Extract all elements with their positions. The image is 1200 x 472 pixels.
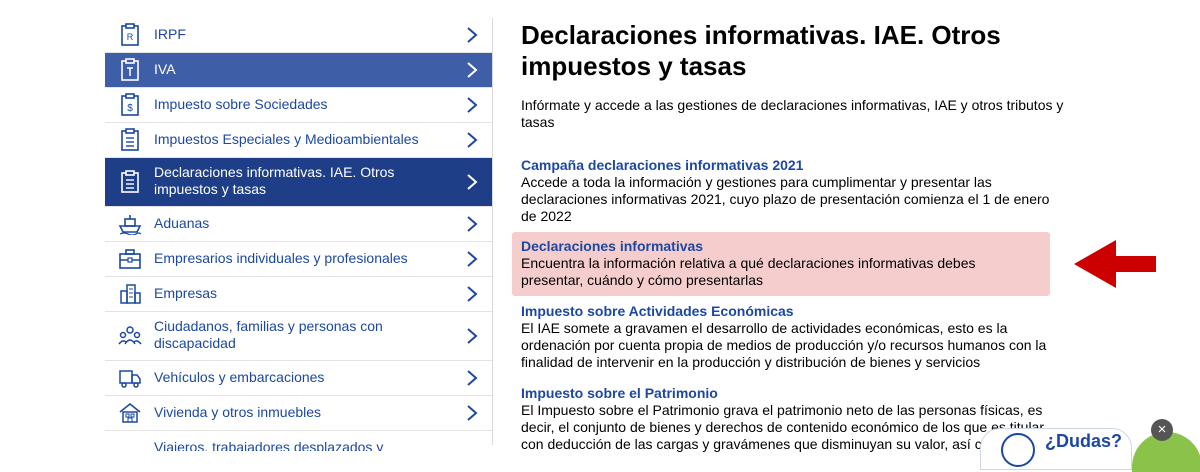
close-icon[interactable]: × [1151,419,1173,441]
chevron-right-icon [467,216,478,232]
sidebar-item-label: Empresarios individuales y profesionales [154,250,408,266]
sidebar-divider [492,18,493,445]
sidebar-item-aduanas[interactable]: Aduanas [105,207,493,242]
clipboard-icon [117,127,143,153]
sidebar-item-label: Aduanas [154,215,210,231]
chevron-right-icon [467,174,478,190]
chevron-right-icon [467,328,478,344]
chevron-right-icon [467,132,478,148]
sidebar-item-empresarios[interactable]: Empresarios individuales y profesionales [105,242,493,277]
entry-title-link[interactable]: Impuesto sobre el Patrimonio [521,385,1051,402]
sidebar-item-label: IRPF [154,26,186,42]
entry-title-link[interactable]: Campaña declaraciones informativas 2021 [521,157,1051,174]
help-globe-icon [1001,433,1035,467]
page-title: Declaraciones informativas. IAE. Otros i… [521,20,1001,81]
entry-description: El Impuesto sobre el Patrimonio grava el… [521,402,1048,452]
briefcase-icon [117,246,143,272]
sidebar-item-label: Vivienda y otros inmuebles [154,404,322,420]
sidebar-item-iva[interactable]: IVA [105,53,493,88]
sidebar-nav: R IRPF IVA $ Impuesto sobre Sociedades I… [105,18,493,451]
chevron-right-icon [467,251,478,267]
sidebar-item-vehiculos[interactable]: Vehículos y embarcaciones [105,361,493,396]
document-dollar-icon: $ [117,92,143,118]
clipboard-icon [117,169,143,195]
document-i-icon [117,57,143,83]
chevron-right-icon [467,405,478,421]
entry-patrimonio: Impuesto sobre el Patrimonio El Impuesto… [521,385,1051,453]
chevron-right-icon [467,27,478,43]
sidebar-item-viajeros[interactable]: Viajeros, trabajadores desplazados y [105,431,493,451]
sidebar-item-especiales[interactable]: Impuestos Especiales y Medioambientales [105,123,493,158]
chevron-right-icon [467,62,478,78]
chevron-right-icon [467,97,478,113]
red-arrow-icon [1074,240,1156,288]
sidebar-item-label: IVA [154,61,176,77]
sidebar-item-declaraciones[interactable]: Declaraciones informativas. IAE. Otros i… [105,158,493,207]
sidebar-item-label: Impuestos Especiales y Medioambientales [154,131,419,147]
sidebar-item-ciudadanos[interactable]: Ciudadanos, familias y personas con disc… [105,312,493,361]
sidebar-item-label: Vehículos y embarcaciones [154,369,325,385]
chevron-right-icon [467,370,478,386]
sidebar-item-empresas[interactable]: Empresas [105,277,493,312]
house-icon [117,400,143,426]
entry-title-link[interactable]: Impuesto sobre Actividades Económicas [521,303,1051,320]
ship-icon [117,211,143,237]
entry-title-link[interactable]: Declaraciones informativas [521,238,1041,255]
entry-campana: Campaña declaraciones informativas 2021 … [521,157,1051,225]
sidebar-item-label: Ciudadanos, familias y personas con disc… [154,318,383,351]
sidebar-item-label: Viajeros, trabajadores desplazados y [154,439,384,451]
entry-iae: Impuesto sobre Actividades Económicas El… [521,303,1051,371]
sidebar-item-label: Empresas [154,285,218,301]
entry-declaraciones-highlighted: Declaraciones informativas Encuentra la … [512,232,1050,296]
help-widget[interactable]: ¿Dudas? [980,428,1132,470]
sidebar-item-irpf[interactable]: R IRPF [105,18,493,53]
sidebar-item-label: Impuesto sobre Sociedades [154,96,328,112]
help-label: ¿Dudas? [1045,431,1123,451]
intro-text: Infórmate y accede a las gestiones de de… [521,97,1064,130]
chevron-right-icon [467,286,478,302]
buildings-icon [117,281,143,307]
sidebar-item-vivienda[interactable]: Vivienda y otros inmuebles [105,396,493,431]
entry-description: Encuentra la información relativa a qué … [521,255,976,288]
entry-description: El IAE somete a gravamen el desarrollo d… [521,320,1047,370]
svg-text:R: R [127,32,134,42]
svg-text:$: $ [127,103,133,114]
people-icon [117,323,143,349]
sidebar-item-label: Declaraciones informativas. IAE. Otros i… [154,164,395,197]
document-r-icon: R [117,22,143,48]
entry-description: Accede a toda la información y gestiones… [521,174,1050,224]
sidebar-item-sociedades[interactable]: $ Impuesto sobre Sociedades [105,88,493,123]
main-content: Declaraciones informativas. IAE. Otros i… [512,20,1071,452]
vehicle-icon [117,365,143,391]
